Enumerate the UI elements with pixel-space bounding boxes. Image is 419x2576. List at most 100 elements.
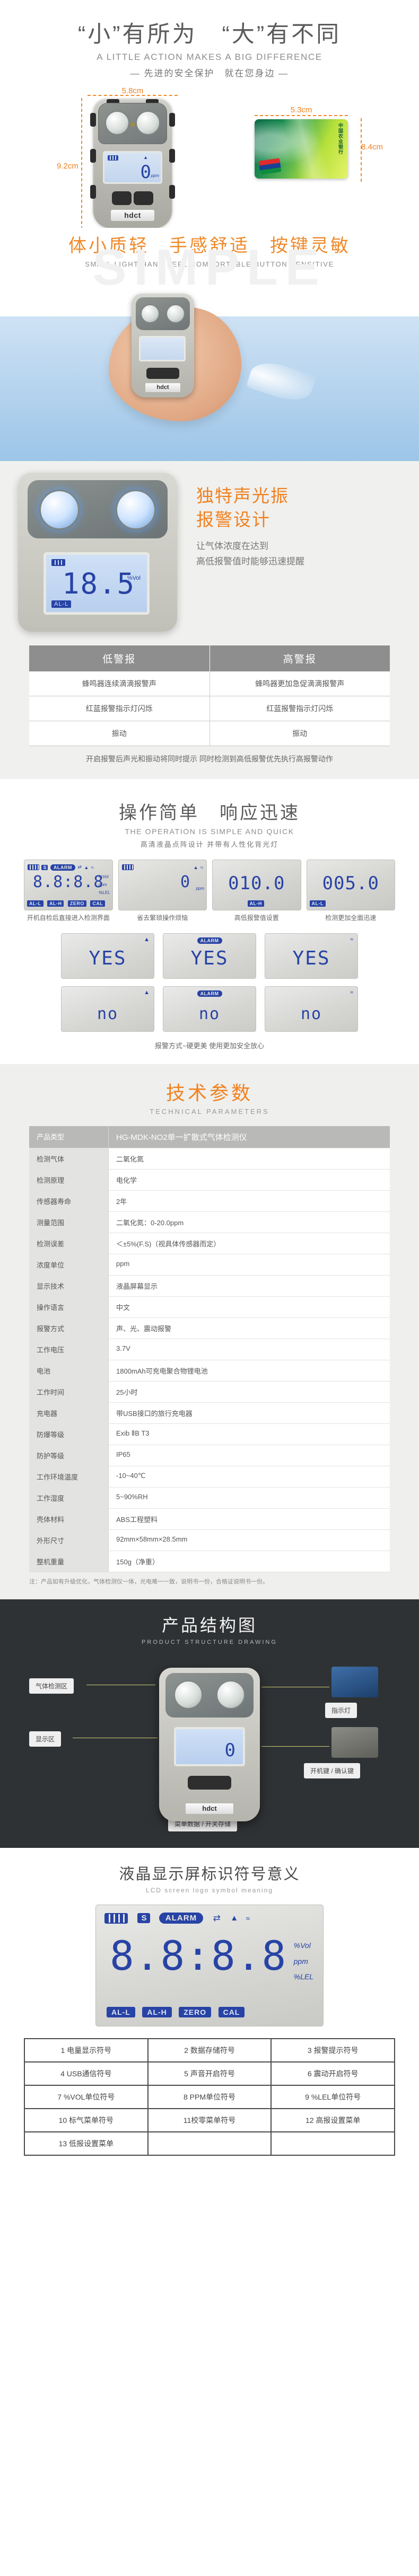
legend-item-empty [272,2132,394,2155]
battery-icon [121,864,134,871]
cell-low-light: 红蓝报警指示灯闪烁 [29,696,210,721]
column-header-high-alarm: 高警报 [283,654,317,665]
device-side-grip [169,112,175,127]
table-row: 检测误差 ＜±5%(F.S)（视具体传感器而定） [29,1233,390,1254]
callout-gas-detection-area: 气体检测区 [29,1678,74,1694]
param-value: Exib ⅡB T3 [116,1429,150,1437]
alarm-design-section: 18.5 %Vol AL-L 独特声光振 报警设计 让气体浓度在达到 高低报警值… [0,461,419,779]
legend-item-10: 10 标气菜单符号 [25,2109,149,2132]
alarm-led-left [39,490,80,530]
param-key: 防爆等级 [29,1423,109,1445]
param-key: 工作湿度 [29,1487,109,1508]
card-width-label: 5.3cm [290,105,312,114]
lcd-toggle-no-alarm: ALARM no [163,986,256,1032]
lcd-legend-screen: S ALARM ⇄ ▲ ≈ 8.8:8.8 %Vol ppm %LEL AL-L… [95,1905,324,2027]
lcd-reading: 0 [224,1740,235,1761]
table-row: 操作语言 中文 [29,1296,390,1318]
hand-holding-device-photo: hdct [0,286,419,461]
lcd-reading: no [300,1004,322,1023]
tag-zero: ZERO [67,900,86,907]
alarm-title-line2: 报警设计 [196,509,270,529]
param-key: 电池 [29,1360,109,1381]
param-value: 液晶屏幕显示 [116,1282,158,1290]
technical-parameters-section: 技术参数 TECHNICAL PARAMETERS 产品类型 HG-MDK-NO… [0,1064,419,1600]
param-value: 92mm×58mm×28.5mm [116,1535,188,1543]
device-button-left [112,191,132,205]
legend-item-5: 5 声音开启符号 [149,2062,272,2085]
bell-icon: ▲ [143,154,148,160]
param-key: 外形尺寸 [29,1529,109,1551]
lcd-units: %Vol ppm %LEL [99,873,110,897]
table-row: 红蓝报警指示灯闪烁 红蓝报警指示灯闪烁 [29,696,390,721]
param-key: 传感器寿命 [29,1190,109,1211]
lcd-units: %Vol ppm %LEL [294,1938,313,1985]
bank-card-label: 中国农业银行 [338,122,343,155]
toggle-column-alarm: ALARM YES ALARM no [163,933,256,1039]
vibrate-icon: ≈ [350,989,353,996]
size-comparison-section: “小”有所为 “大”有不同 A LITTLE ACTION MAKES A BI… [0,0,419,260]
tech-header: 技术参数 TECHNICAL PARAMETERS [0,1064,419,1118]
vibrate-icon: ≈ [350,936,353,943]
operation-section: 操作简单 响应迅速 THE OPERATION IS SIMPLE AND QU… [0,779,419,1064]
tag-al-h: AL-H [142,2007,172,2018]
toggle-column-vibration: ≈ YES ≈ no [265,933,358,1039]
lcd-reading: no [198,1004,221,1023]
gas-sensor-left [174,1680,203,1710]
device-side-grip [169,184,175,199]
legend-item-7: 7 %VOL单位符号 [25,2086,149,2109]
bell-icon: ▲ [230,1914,239,1923]
table-row: 测量范围 二氧化氮：0-20.0ppm [29,1211,390,1233]
structure-header: 产品结构图 PRODUCT STRUCTURE DRAWING [0,1612,419,1645]
param-key: 报警方式 [29,1317,109,1339]
table-row: 传感器寿命 2年 [29,1190,390,1212]
lcd-icon-row: ▲ ≈ [121,863,203,871]
table-row: 工作湿度 5~90%RH [29,1487,390,1509]
param-key: 检测气体 [29,1148,109,1169]
lcd-caption-2: 省去繁琐操作烦恼 [137,914,188,922]
gas-detector-device: ▲ 0 ppm hdct [90,98,175,228]
table-row: 工作电压 3.7V [29,1339,390,1360]
power-button-thumbnail [331,1727,378,1758]
table-row: 蜂鸣器连续滴滴报警声 蜂鸣器更加急促滴滴报警声 [29,671,390,696]
legend-item-1: 1 电量显示符号 [25,2039,149,2062]
param-key: 整机重量 [29,1551,109,1572]
tag-cal: CAL [218,2007,245,2018]
param-value: 25小时 [116,1388,138,1396]
device-lcd-screen: 18.5 %Vol AL-L [43,552,150,615]
table-row: 电池 1800mAh可充电聚合物锂电池 [29,1360,390,1382]
cell-high-vibration: 振动 [292,729,308,738]
card-height-label: 8.4cm [361,142,383,152]
unit-lel: %LEL [99,890,110,896]
alarm-icon: ALARM [50,864,75,871]
table-row: 防爆等级 Exib ⅡB T3 [29,1423,390,1445]
lcd-toggle-no-vibrate: ≈ no [265,986,358,1032]
gas-sensor-right [166,304,185,323]
legend-item-4: 4 USB通信符号 [25,2062,149,2085]
gas-detector-device: 0 hdct [159,1668,260,1822]
legend-header: 液晶显示屏标识符号意义 LCD screen logo symbol meani… [0,1862,419,1894]
lcd-caption-1: 开机自检后直接进入检测界面 [27,914,110,922]
lcd-screen-high-alarm-setting: 010.0 AL-H [212,859,301,910]
legend-items-table: 1 电量显示符号 2 数据存储符号 3 报警提示符号 4 USB通信符号 5 声… [24,2038,395,2156]
device-side-grip [90,112,96,127]
tag-al-l: AL-L [309,900,326,907]
alarm-comparison-table: 低警报 高警报 蜂鸣器连续滴滴报警声 蜂鸣器更加急促滴滴报警声 红蓝报警指示灯闪… [29,645,390,774]
param-value: 声、光、震动报警 [116,1324,172,1333]
callout-display-area: 显示区 [29,1731,62,1747]
lcd-icon-row: S ALARM ⇄ ▲ ≈ [104,1913,315,1924]
alarm-badge: ALARM [197,990,222,997]
sensor-panel [136,297,190,330]
device-button-right [134,191,153,205]
device-buttons [146,368,179,379]
device-buttons [112,191,153,205]
lcd-reading: YES [190,947,229,969]
lcd-toggle-no-bell: ▲ no [61,986,154,1032]
legend-item-13: 13 低报设置菜单 [25,2132,149,2155]
device-side-grip [169,148,175,163]
param-key: 充电器 [29,1402,109,1423]
table-row: 产品类型 HG-MDK-NO2单一扩散式气体检测仪 [29,1126,390,1148]
page-title: “小”有所为 “大”有不同 [77,22,342,47]
column-header-low-alarm: 低警报 [29,645,210,671]
param-value: ppm [116,1259,130,1268]
callout-line [261,1746,329,1747]
